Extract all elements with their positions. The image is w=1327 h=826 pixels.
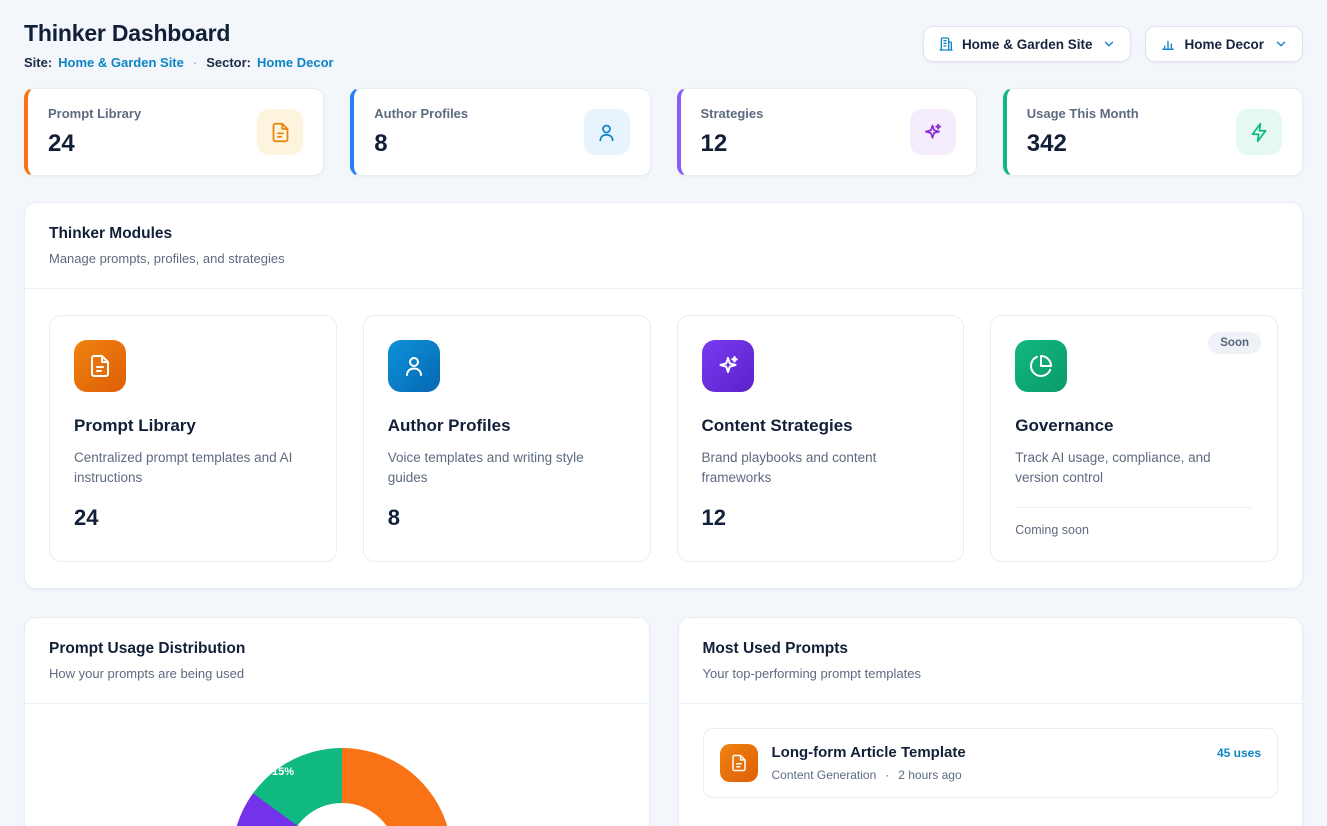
most-used-prompts-panel: Most Used Prompts Your top-performing pr… [678, 617, 1304, 826]
prompt-list: Long-form Article Template Content Gener… [679, 704, 1303, 822]
module-count: 12 [702, 505, 940, 531]
site-selector-label: Home & Garden Site [962, 37, 1093, 52]
document-icon [720, 744, 758, 782]
stat-value: 24 [48, 130, 141, 158]
module-description: Centralized prompt templates and AI inst… [74, 448, 312, 489]
module-count: 24 [74, 505, 312, 531]
stat-card-author-profiles: Author Profiles 8 [350, 88, 650, 176]
module-title: Governance [1015, 416, 1253, 436]
sector-selector-label: Home Decor [1184, 37, 1264, 52]
modules-header: Thinker Modules Manage prompts, profiles… [25, 203, 1302, 288]
topbar: Thinker Dashboard Site: Home & Garden Si… [24, 20, 1303, 70]
stat-info: Prompt Library 24 [48, 106, 141, 158]
pie-chart-icon [1015, 340, 1067, 392]
site-label: Site: [24, 55, 52, 70]
module-title: Prompt Library [74, 416, 312, 436]
prompt-list-item[interactable]: Long-form Article Template Content Gener… [703, 728, 1279, 798]
stat-info: Strategies 12 [701, 106, 764, 158]
chevron-down-icon [1274, 37, 1288, 51]
dashboard-page: Thinker Dashboard Site: Home & Garden Si… [0, 0, 1327, 826]
lightning-icon [1236, 109, 1282, 155]
module-description: Brand playbooks and content frameworks [702, 448, 940, 489]
prompt-title: Long-form Article Template [772, 744, 966, 761]
modules-subtitle: Manage prompts, profiles, and strategies [49, 251, 1278, 266]
chevron-down-icon [1102, 37, 1116, 51]
sector-link[interactable]: Home Decor [257, 55, 334, 70]
breadcrumb: Site: Home & Garden Site · Sector: Home … [24, 55, 334, 70]
usage-donut-chart: 15% [25, 704, 649, 826]
donut-segment-label: 15% [272, 766, 294, 778]
meta-separator: · [885, 768, 889, 782]
stats-row: Prompt Library 24 Author Profiles 8 Stra… [24, 88, 1303, 176]
usage-panel-subtitle: How your prompts are being used [49, 666, 625, 681]
stat-card-strategies: Strategies 12 [677, 88, 977, 176]
module-card-governance[interactable]: Soon Governance Track AI usage, complian… [990, 315, 1278, 562]
bottom-panels: Prompt Usage Distribution How your promp… [24, 617, 1303, 826]
stat-info: Usage This Month 342 [1027, 106, 1139, 158]
module-title: Content Strategies [702, 416, 940, 436]
prompt-uses-badge: 45 uses [1217, 746, 1261, 760]
thinker-modules-section: Thinker Modules Manage prompts, profiles… [24, 202, 1303, 589]
modules-grid: Prompt Library Centralized prompt templa… [25, 289, 1302, 588]
prompt-category: Content Generation [772, 768, 877, 782]
usage-panel-title: Prompt Usage Distribution [49, 640, 625, 658]
module-description: Track AI usage, compliance, and version … [1015, 448, 1253, 489]
site-link[interactable]: Home & Garden Site [58, 55, 184, 70]
title-block: Thinker Dashboard Site: Home & Garden Si… [24, 20, 334, 70]
stat-card-usage: Usage This Month 342 [1003, 88, 1303, 176]
bar-chart-icon [1160, 36, 1176, 52]
building-icon [938, 36, 954, 52]
module-count: 8 [388, 505, 626, 531]
stat-info: Author Profiles 8 [374, 106, 468, 158]
module-card-prompt-library[interactable]: Prompt Library Centralized prompt templa… [49, 315, 337, 562]
coming-soon-label: Coming soon [1015, 507, 1253, 537]
most-used-panel-subtitle: Your top-performing prompt templates [703, 666, 1279, 681]
stat-value: 12 [701, 130, 764, 158]
stat-value: 8 [374, 130, 468, 158]
stat-label: Usage This Month [1027, 106, 1139, 121]
user-icon [388, 340, 440, 392]
breadcrumb-separator: · [193, 55, 197, 70]
sparkle-star-icon [702, 340, 754, 392]
prompt-time: 2 hours ago [898, 768, 961, 782]
most-used-panel-header: Most Used Prompts Your top-performing pr… [679, 618, 1303, 703]
stat-card-prompt-library: Prompt Library 24 [24, 88, 324, 176]
stat-label: Author Profiles [374, 106, 468, 121]
donut-chart: 15% [232, 748, 452, 826]
module-card-content-strategies[interactable]: Content Strategies Brand playbooks and c… [677, 315, 965, 562]
donut-hole [287, 803, 397, 826]
sector-selector-dropdown[interactable]: Home Decor [1145, 26, 1303, 62]
site-selector-dropdown[interactable]: Home & Garden Site [923, 26, 1132, 62]
document-icon [74, 340, 126, 392]
usage-panel-header: Prompt Usage Distribution How your promp… [25, 618, 649, 703]
module-card-author-profiles[interactable]: Author Profiles Voice templates and writ… [363, 315, 651, 562]
prompt-meta: Content Generation · 2 hours ago [772, 768, 966, 782]
most-used-panel-title: Most Used Prompts [703, 640, 1279, 658]
stat-label: Strategies [701, 106, 764, 121]
topbar-actions: Home & Garden Site Home Decor [923, 26, 1303, 62]
sparkle-star-icon [910, 109, 956, 155]
page-title: Thinker Dashboard [24, 20, 334, 47]
user-icon [584, 109, 630, 155]
module-description: Voice templates and writing style guides [388, 448, 626, 489]
soon-badge: Soon [1208, 332, 1261, 354]
stat-label: Prompt Library [48, 106, 141, 121]
modules-title: Thinker Modules [49, 225, 1278, 243]
document-icon [257, 109, 303, 155]
prompt-text: Long-form Article Template Content Gener… [772, 744, 966, 782]
prompt-usage-panel: Prompt Usage Distribution How your promp… [24, 617, 650, 826]
module-title: Author Profiles [388, 416, 626, 436]
sector-label: Sector: [206, 55, 251, 70]
stat-value: 342 [1027, 130, 1139, 158]
